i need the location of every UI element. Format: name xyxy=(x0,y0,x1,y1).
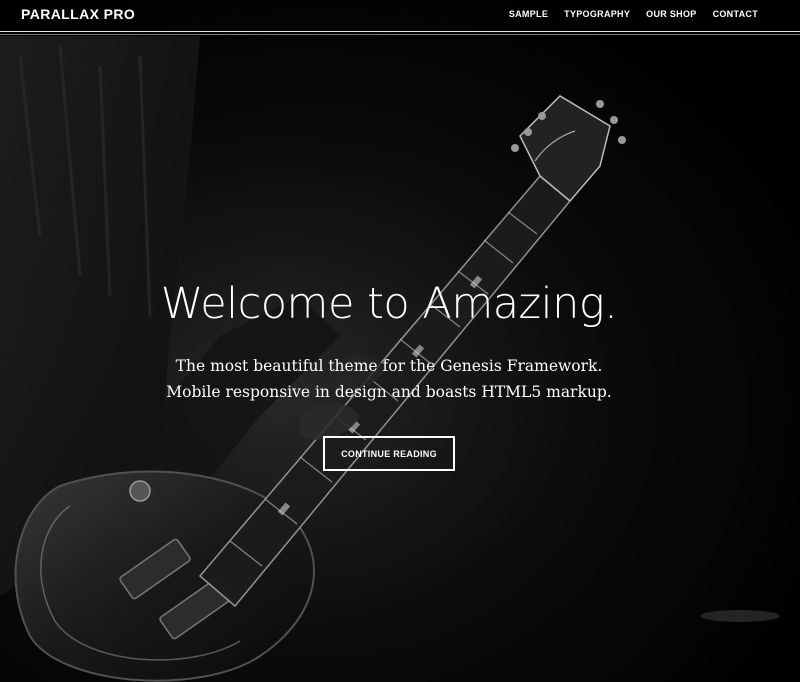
site-title-link[interactable]: PARALLAX PRO xyxy=(21,6,135,22)
site-header: PARALLAX PRO SAMPLE TYPOGRAPHY OUR SHOP … xyxy=(0,0,800,32)
nav-item-sample[interactable]: SAMPLE xyxy=(509,9,548,19)
nav-item-typography[interactable]: TYPOGRAPHY xyxy=(564,9,630,19)
hero-section: Welcome to Amazing. The most beautiful t… xyxy=(0,0,800,682)
hero-description-line-1: The most beautiful theme for the Genesis… xyxy=(175,357,603,375)
nav-item-our-shop[interactable]: OUR SHOP xyxy=(646,9,696,19)
nav-item-contact[interactable]: CONTACT xyxy=(713,9,758,19)
continue-reading-button[interactable]: CONTINUE READING xyxy=(323,436,455,471)
hero-title: Welcome to Amazing. xyxy=(160,279,618,329)
primary-nav: SAMPLE TYPOGRAPHY OUR SHOP CONTACT xyxy=(509,9,758,19)
page: PARALLAX PRO SAMPLE TYPOGRAPHY OUR SHOP … xyxy=(0,0,800,682)
hero-description: The most beautiful theme for the Genesis… xyxy=(0,353,778,405)
hero-description-line-2: Mobile responsive in design and boasts H… xyxy=(166,383,612,401)
